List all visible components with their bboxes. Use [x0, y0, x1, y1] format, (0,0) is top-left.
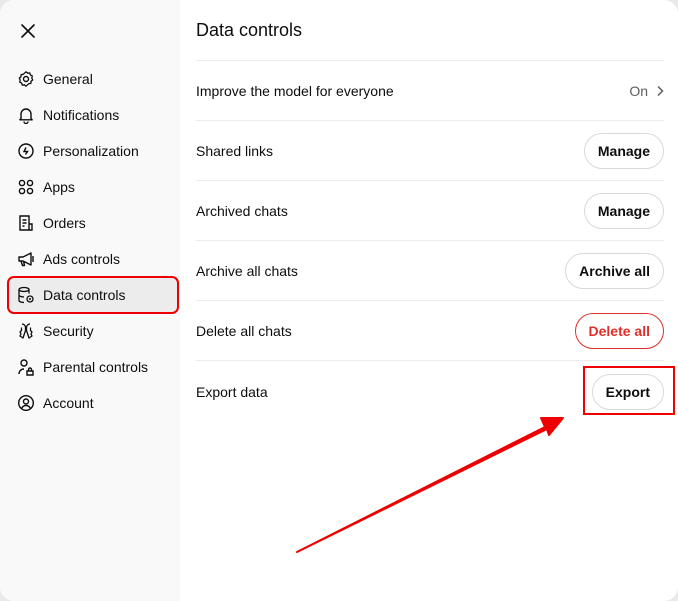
sidebar-item-label: Personalization [43, 143, 139, 159]
setting-row-archived-chats: Archived chats Manage [196, 180, 664, 240]
manage-archived-chats-button[interactable]: Manage [583, 192, 664, 229]
sidebar-item-label: Apps [43, 179, 75, 195]
sidebar-item-notifications[interactable]: Notifications [8, 97, 178, 133]
sidebar-item-label: Ads controls [43, 251, 121, 267]
settings-dialog: General Notifications Personalization Ap… [0, 0, 678, 601]
setting-row-improve-model[interactable]: Improve the model for everyone On [196, 60, 664, 120]
megaphone-icon [18, 252, 34, 267]
setting-row-archive-all: Archive all chats Archive all [196, 240, 664, 300]
bell-icon [19, 108, 33, 124]
sidebar-item-label: General [43, 71, 93, 87]
gear-icon [18, 71, 34, 87]
setting-row-delete-all: Delete all chats Delete all [196, 300, 664, 360]
export-highlight-box [583, 366, 675, 415]
manage-shared-links-button[interactable]: Manage [583, 132, 664, 169]
setting-label: Export data [196, 383, 268, 400]
setting-label: Improve the model for everyone [196, 82, 394, 99]
database-gear-icon [18, 286, 34, 304]
personalization-icon [18, 143, 34, 159]
page-title: Data controls [196, 20, 303, 40]
improve-model-toggle[interactable]: On [629, 83, 664, 99]
sidebar-item-security[interactable]: Security [8, 313, 178, 349]
sidebar-item-ads-controls[interactable]: Ads controls [8, 241, 178, 277]
setting-value: On [629, 82, 648, 99]
sidebar-item-parental-controls[interactable]: Parental controls [8, 349, 178, 385]
sidebar: General Notifications Personalization Ap… [0, 0, 180, 601]
setting-label: Shared links [196, 142, 274, 159]
apps-grid-icon [18, 179, 34, 195]
person-lock-icon [18, 359, 34, 376]
sidebar-item-orders[interactable]: Orders [8, 205, 178, 241]
sidebar-item-personalization[interactable]: Personalization [8, 133, 178, 169]
close-icon[interactable] [18, 21, 38, 41]
delete-all-button[interactable]: Delete all [574, 312, 664, 349]
sidebar-item-label: Parental controls [43, 359, 149, 375]
key-shield-icon [19, 323, 33, 339]
sidebar-item-label: Security [43, 323, 94, 339]
user-circle-icon [17, 394, 35, 412]
chevron-right-icon [657, 85, 664, 96]
sidebar-item-account[interactable]: Account [8, 385, 178, 421]
sidebar-item-label: Notifications [43, 107, 120, 123]
setting-label: Archive all chats [196, 262, 298, 279]
sidebar-item-label: Data controls [43, 287, 126, 303]
setting-label: Delete all chats [196, 322, 292, 339]
sidebar-nav: General Notifications Personalization Ap… [7, 61, 179, 421]
sidebar-item-apps[interactable]: Apps [8, 169, 178, 205]
sidebar-item-label: Orders [43, 215, 86, 231]
sidebar-item-data-controls[interactable]: Data controls [7, 276, 179, 314]
archive-all-button[interactable]: Archive all [565, 252, 664, 289]
setting-row-shared-links: Shared links Manage [196, 120, 664, 180]
sidebar-item-label: Account [43, 395, 94, 411]
sidebar-item-general[interactable]: General [8, 61, 178, 97]
setting-label: Archived chats [196, 202, 288, 219]
receipt-icon [19, 215, 33, 231]
